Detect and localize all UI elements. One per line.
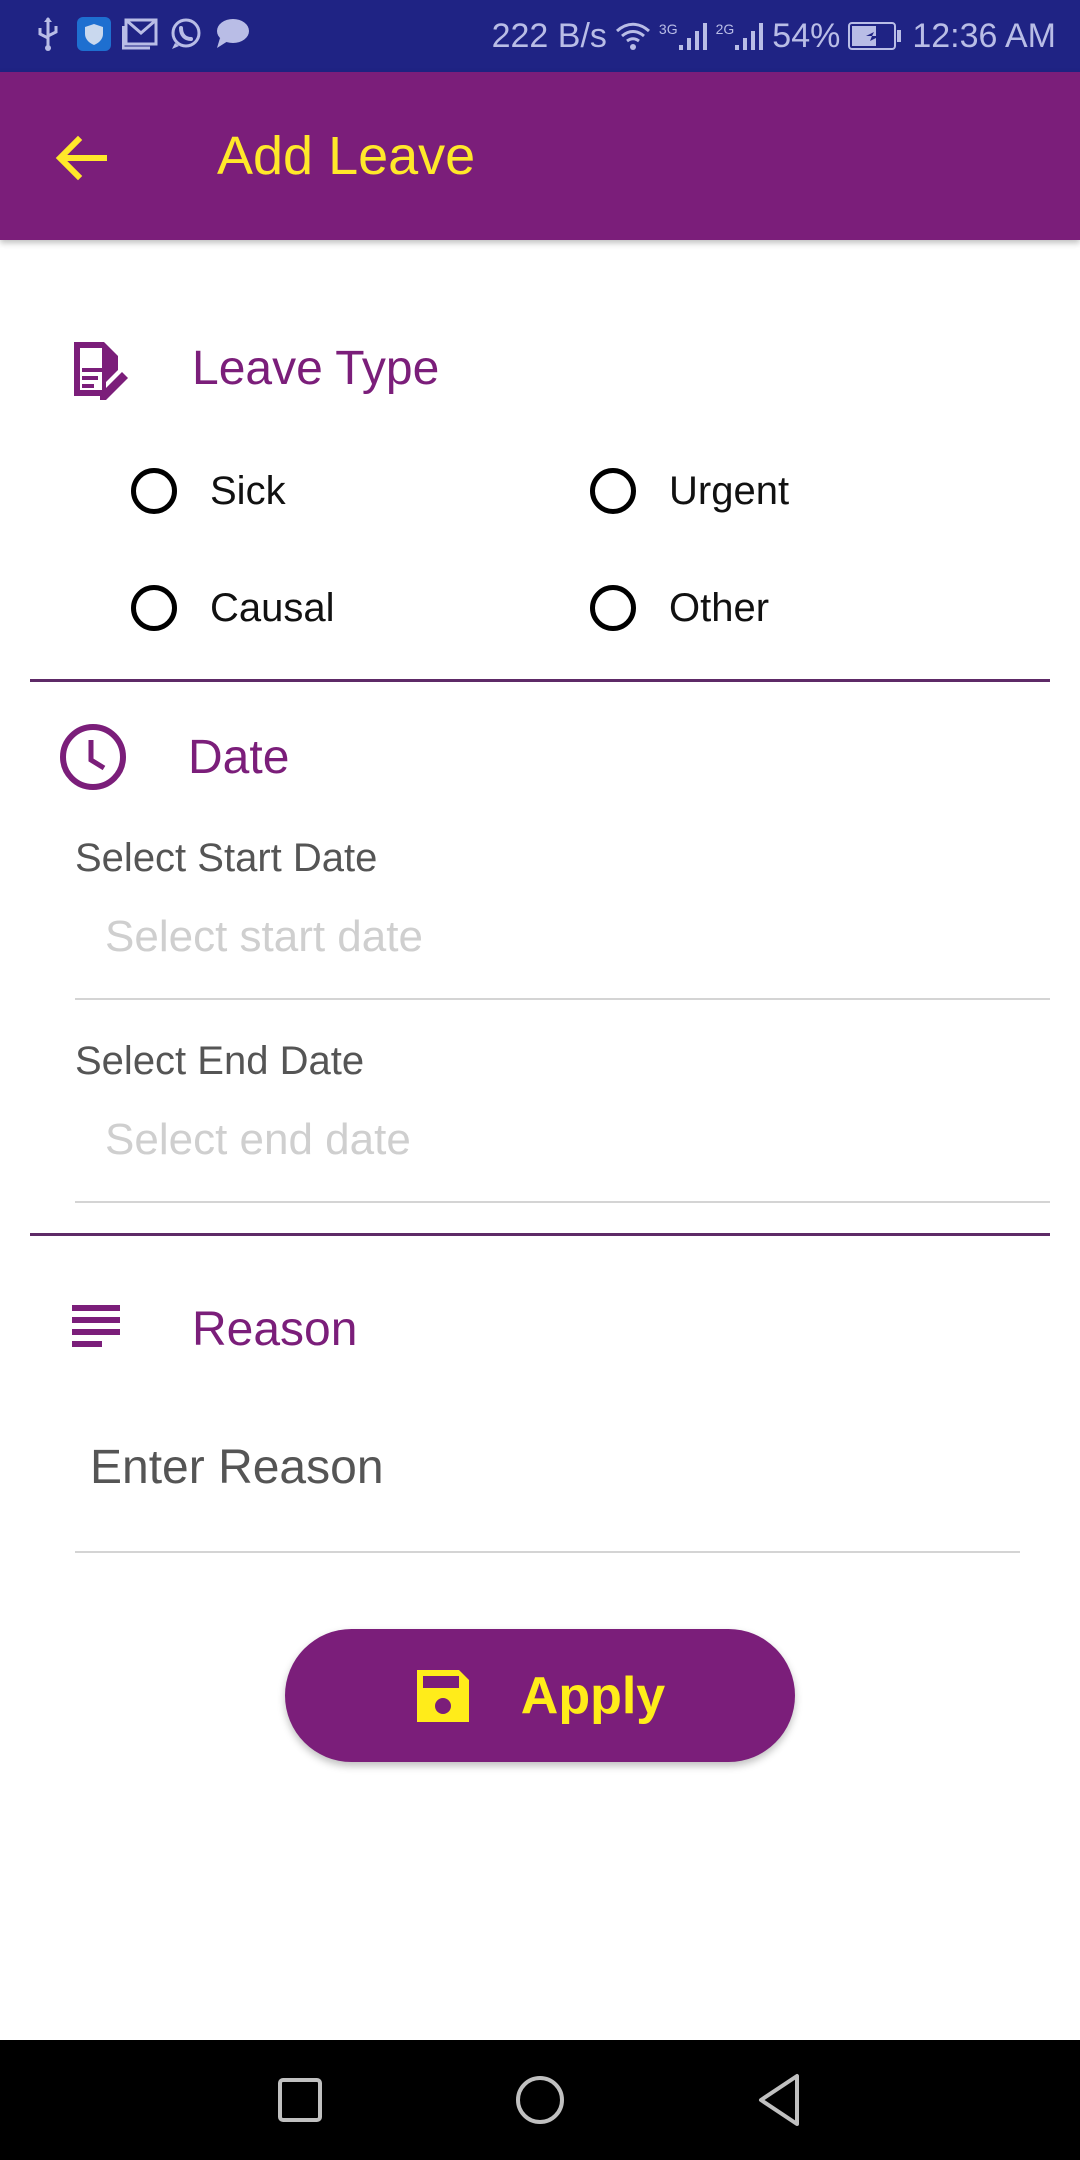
leave-type-header: Leave Type (70, 338, 440, 400)
reason-label: Reason (192, 1303, 358, 1356)
notes-icon (72, 1304, 122, 1355)
reason-input[interactable] (90, 1440, 1010, 1495)
signal-bars-icon (678, 23, 707, 50)
arrow-back-icon (55, 135, 107, 181)
leave-type-label: Leave Type (192, 341, 440, 395)
signal-bars-icon (735, 23, 764, 50)
status-right: 222 B/s 3G 2G 54% 12:36 AM (492, 0, 1056, 72)
app-bar: Add Leave (0, 72, 1080, 240)
radio-urgent[interactable]: Urgent (590, 468, 789, 514)
apply-button[interactable]: Apply (285, 1629, 795, 1762)
radio-label: Causal (210, 585, 335, 630)
save-icon (415, 1668, 471, 1724)
shield-app-icon (76, 16, 112, 52)
back-button[interactable] (52, 126, 116, 190)
whatsapp-icon (168, 16, 204, 52)
signal-sim2: 2G (716, 21, 765, 51)
radio-circle[interactable] (590, 585, 636, 631)
radio-label: Other (669, 585, 770, 630)
radio-circle[interactable] (131, 468, 177, 514)
system-nav-bar (0, 2040, 1080, 2160)
recents-button[interactable] (270, 2070, 330, 2130)
start-date-underline (75, 998, 1050, 1000)
recents-square-icon (278, 2078, 322, 2122)
date-header: Date (58, 722, 289, 792)
battery-charging-icon (848, 18, 904, 54)
message-icon (214, 16, 250, 52)
end-date-underline (75, 1201, 1050, 1203)
clock-icon (58, 722, 128, 792)
home-circle-icon (516, 2076, 564, 2124)
radio-label: Urgent (669, 468, 790, 513)
document-edit-icon (70, 338, 130, 400)
gmail-icon (122, 16, 158, 52)
end-date-input[interactable] (105, 1115, 1005, 1165)
clock-time: 12:36 AM (912, 16, 1056, 55)
wifi-icon (615, 18, 651, 54)
home-button[interactable] (510, 2070, 570, 2130)
date-label: Date (188, 730, 290, 784)
back-nav-button[interactable] (750, 2070, 810, 2130)
end-date-label: Select End Date (75, 1039, 365, 1083)
section-divider (30, 1233, 1050, 1236)
signal-sim1: 3G (659, 21, 708, 51)
radio-causal[interactable]: Causal (131, 585, 335, 631)
radio-sick[interactable]: Sick (131, 468, 286, 514)
radio-circle[interactable] (590, 468, 636, 514)
battery-percent: 54% (772, 16, 841, 55)
reason-underline (75, 1551, 1020, 1553)
usb-icon (30, 16, 66, 52)
back-triangle-icon (759, 2074, 799, 2126)
notification-icons (30, 16, 250, 52)
start-date-input[interactable] (105, 912, 1005, 962)
apply-label: Apply (520, 1666, 666, 1725)
network-speed: 222 B/s (491, 16, 607, 55)
start-date-label: Select Start Date (75, 836, 378, 880)
radio-other[interactable]: Other (590, 585, 769, 631)
section-divider (30, 679, 1050, 682)
reason-header: Reason (72, 1302, 357, 1357)
radio-label: Sick (210, 468, 286, 513)
radio-circle[interactable] (131, 585, 177, 631)
status-bar: 222 B/s 3G 2G 54% 12:36 AM (0, 0, 1080, 72)
page-title: Add Leave (217, 126, 476, 186)
